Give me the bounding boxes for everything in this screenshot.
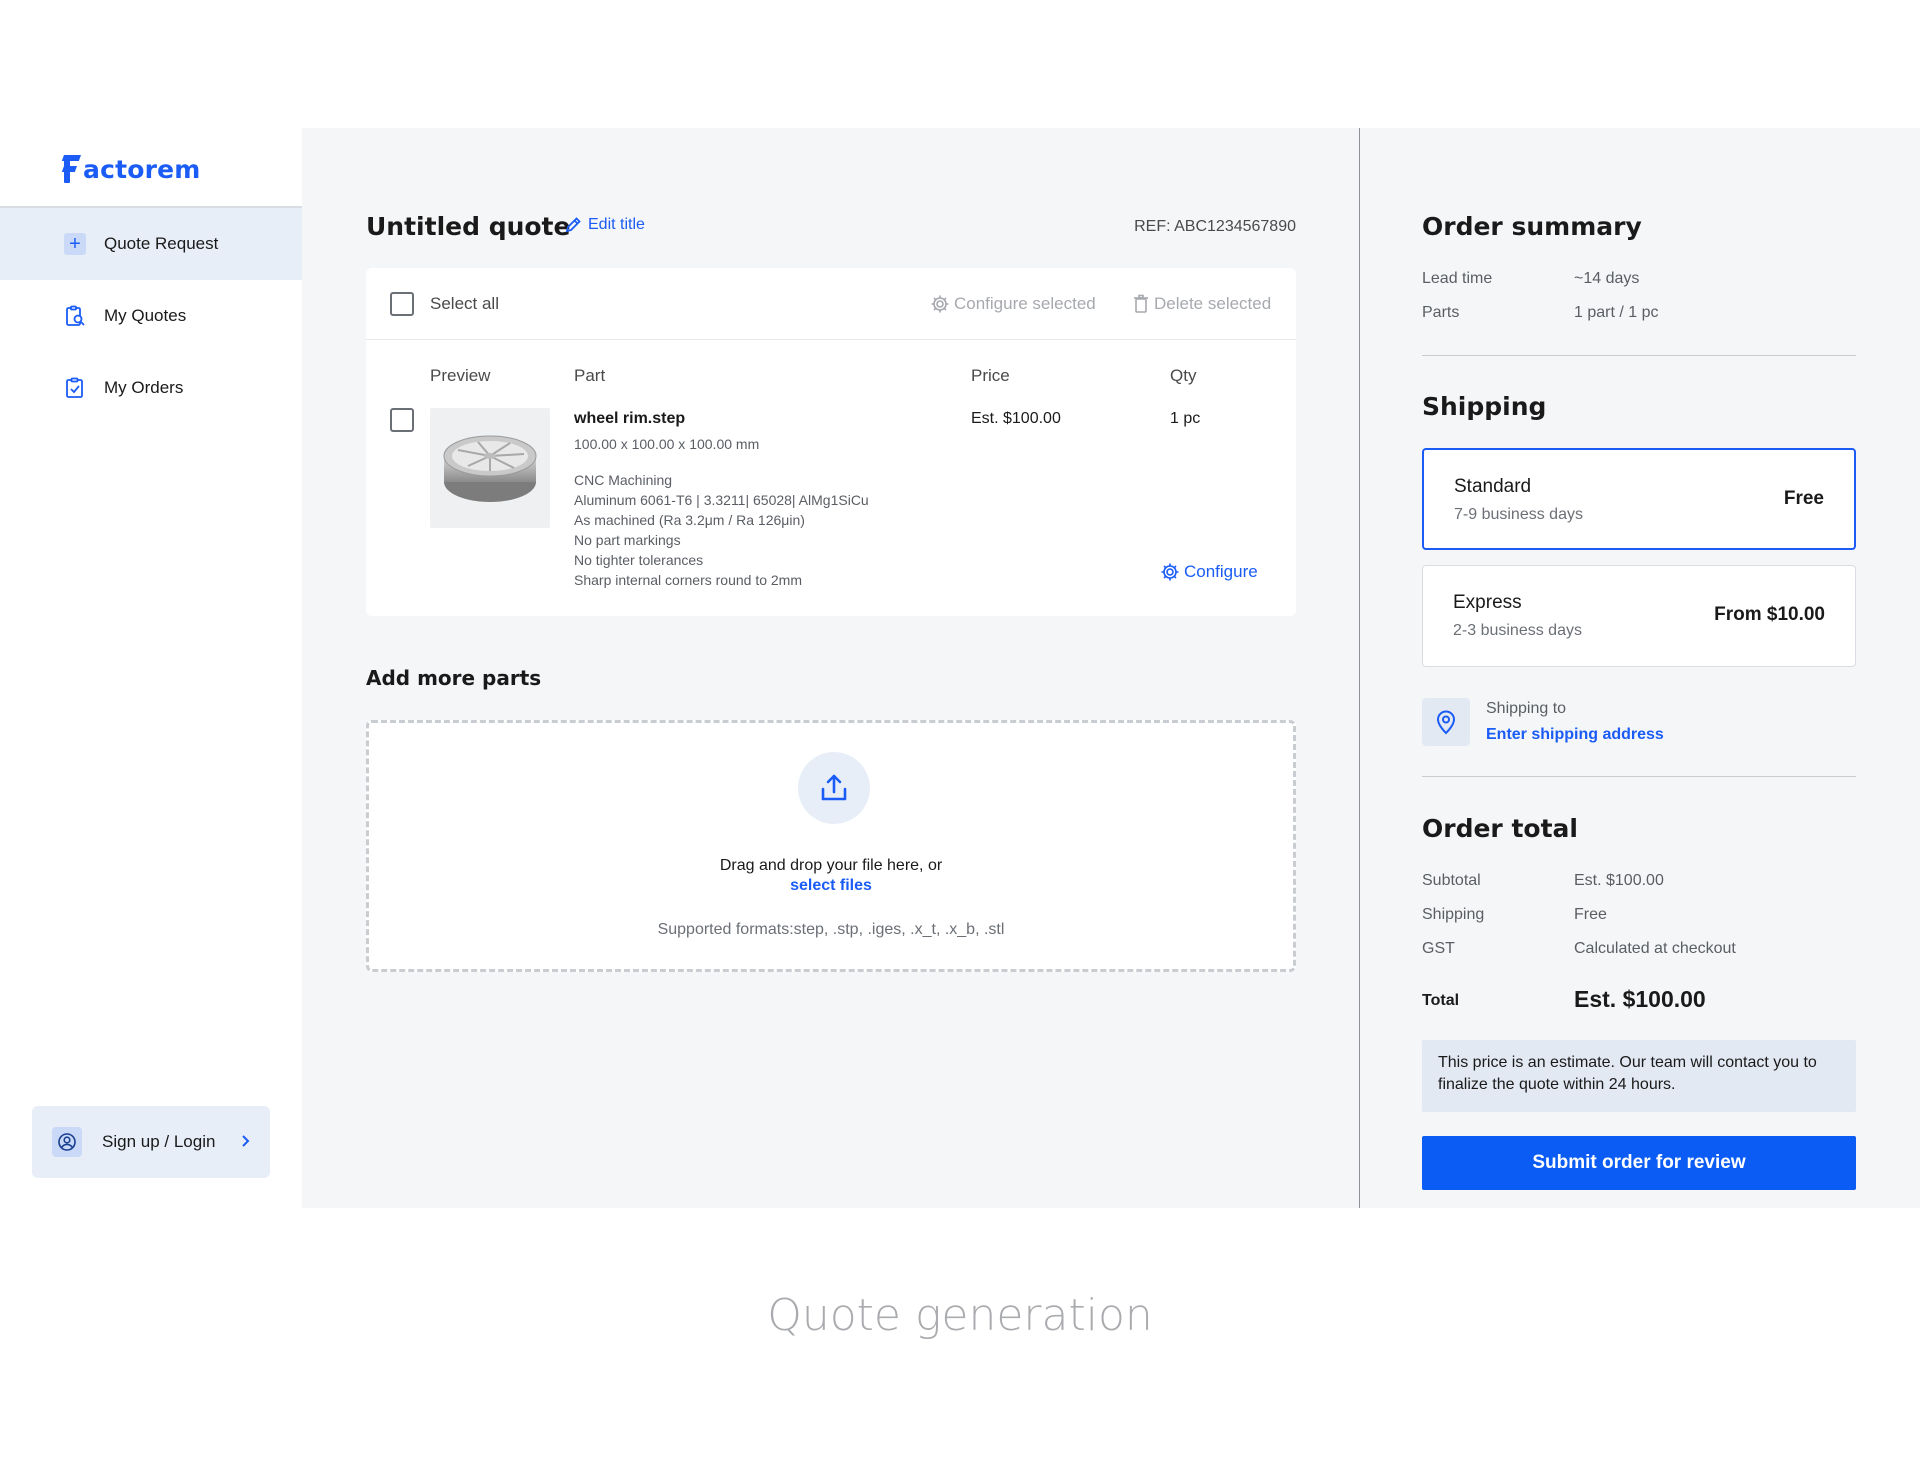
part-spec-material: Aluminum 6061-T6 | 3.3211| 65028| AlMg1S… [574,492,869,508]
total-value: Est. $100.00 [1574,986,1706,1012]
logo-text: actorem [83,154,201,184]
main-content: Untitled quote Edit title REF: ABC123456… [302,128,1359,1208]
configure-label: Configure [1184,562,1258,581]
dropzone-instruction: Drag and drop your file here, or [719,857,943,874]
shipping-option-days: 7-9 business days [1454,506,1583,523]
part-spec-markings: No part markings [574,532,681,548]
quote-reference: REF: ABC1234567890 [1134,218,1296,235]
sidebar-item-label: Quote Request [104,234,219,253]
gear-icon [1161,563,1179,581]
supported-formats: Supported formats:step, .stp, .iges, .x_… [657,921,1005,938]
subtotal-label: Subtotal [1422,872,1481,889]
enter-shipping-address-link[interactable]: Enter shipping address [1486,726,1664,744]
logo-mark-icon [61,155,82,183]
column-header-preview: Preview [430,366,491,385]
gear-icon [931,295,949,313]
shipping-option-price: From $10.00 [1714,604,1825,625]
order-total-heading: Order total [1422,814,1578,843]
sidebar-item-label: My Orders [104,378,184,397]
upload-button[interactable] [798,752,870,824]
column-header-qty: Qty [1170,366,1197,385]
sidebar: actorem + Quote Request My Quotes My Ord… [0,128,302,1208]
column-header-part: Part [574,366,606,385]
order-summary-panel: Order summary Lead time ~14 days Parts 1… [1360,128,1920,1208]
shipping-to-label: Shipping to [1486,700,1567,717]
select-all-label: Select all [430,294,499,313]
shipping-divider [1422,776,1856,777]
submit-order-button[interactable]: Submit order for review [1422,1136,1856,1190]
plus-icon: + [64,233,86,255]
order-summary-heading: Order summary [1422,212,1642,241]
parts-value: 1 part / 1 pc [1574,304,1659,321]
total-label: Total [1422,992,1460,1009]
part-preview-image[interactable] [430,408,550,528]
lead-time-label: Lead time [1422,270,1493,287]
sidebar-item-my-orders[interactable]: My Orders [0,352,302,424]
shipping-option-days: 2-3 business days [1453,622,1582,639]
configure-selected-label: Configure selected [954,294,1096,313]
edit-title-button[interactable]: Edit title [564,216,645,234]
trash-icon [1134,294,1148,313]
configure-part-button[interactable]: Configure [1160,562,1258,582]
shipping-option-name: Express [1453,592,1522,613]
sidebar-item-label: My Quotes [104,306,187,325]
column-header-price: Price [971,366,1010,385]
clipboard-check-icon [64,377,86,399]
shipping-heading: Shipping [1422,392,1547,421]
upload-icon [821,774,847,801]
slide-caption: Quote generation [767,1290,1153,1341]
delete-selected-label: Delete selected [1154,294,1272,313]
part-price: Est. $100.00 [971,410,1061,427]
sidebar-item-quote-request[interactable]: + Quote Request [0,208,302,280]
logo[interactable]: actorem [61,154,201,184]
shipping-cost-value: Free [1574,906,1607,923]
part-quantity: 1 pc [1170,410,1201,427]
add-more-parts-heading: Add more parts [366,666,542,690]
part-dimensions: 100.00 x 100.00 x 100.00 mm [574,436,760,452]
part-name: wheel rim.step [574,410,686,427]
wheel-rim-thumbnail-icon [443,435,537,502]
login-label: Sign up / Login [102,1132,216,1151]
shipping-option-standard[interactable]: Standard 7-9 business days Free [1422,448,1856,550]
lead-time-value: ~14 days [1574,270,1640,287]
table-toolbar: Select all Configure selected Delete sel… [366,268,1296,340]
subtotal-value: Est. $100.00 [1574,872,1664,889]
part-spec-corners: Sharp internal corners round to 2mm [574,572,802,588]
part-spec-process: CNC Machining [574,472,673,488]
sign-up-login-button[interactable]: Sign up / Login [32,1106,270,1178]
estimate-note: This price is an estimate. Our team will… [1422,1040,1856,1112]
summary-divider [1422,355,1856,356]
part-spec-finish: As machined (Ra 3.2μm / Ra 126μin) [574,512,805,528]
delete-selected-button[interactable]: Delete selected [1132,294,1271,314]
sidebar-item-my-quotes[interactable]: My Quotes [0,280,302,352]
shipping-option-name: Standard [1454,476,1532,497]
parts-label: Parts [1422,304,1460,321]
shipping-option-express[interactable]: Express 2-3 business days From $10.00 [1422,565,1856,667]
gst-label: GST [1422,940,1455,957]
chevron-right-icon [240,1132,250,1153]
part-spec-tolerances: No tighter tolerances [574,552,704,568]
location-pin-icon [1422,698,1470,746]
part-row-checkbox[interactable] [390,408,414,432]
select-all-checkbox[interactable] [390,292,414,316]
app-frame: actorem + Quote Request My Quotes My Ord… [0,128,1920,1208]
configure-selected-button[interactable]: Configure selected [930,294,1096,314]
select-files-link[interactable]: select files [369,877,1293,895]
shipping-cost-label: Shipping [1422,906,1485,923]
clipboard-search-icon [64,305,86,327]
page-title: Untitled quote [366,212,571,241]
parts-table: Select all Configure selected Delete sel… [366,268,1296,616]
shipping-option-price: Free [1783,488,1824,509]
gst-value: Calculated at checkout [1574,940,1736,957]
pencil-icon [565,217,581,233]
file-dropzone[interactable]: Drag and drop your file here, or select … [366,720,1296,972]
edit-title-label: Edit title [588,216,645,233]
user-avatar-icon [52,1127,82,1157]
